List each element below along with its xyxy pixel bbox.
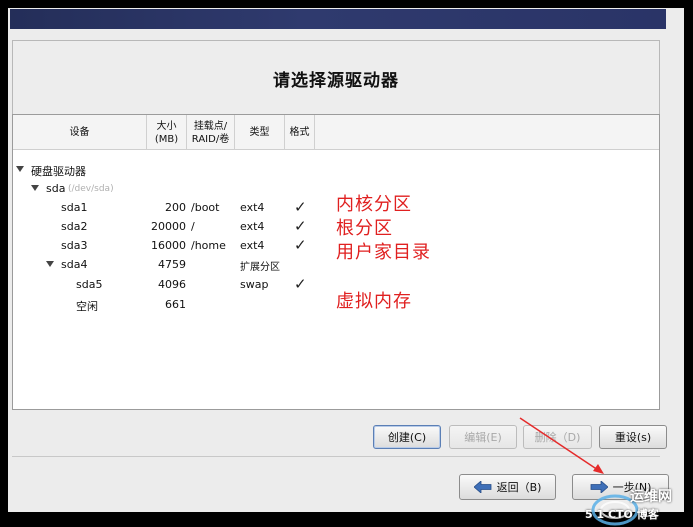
watermark-subtext: 5 1 CTO 博客: [585, 508, 659, 521]
watermark-text: 运维网: [630, 489, 672, 505]
pointer-arrow-icon: [519, 417, 604, 474]
